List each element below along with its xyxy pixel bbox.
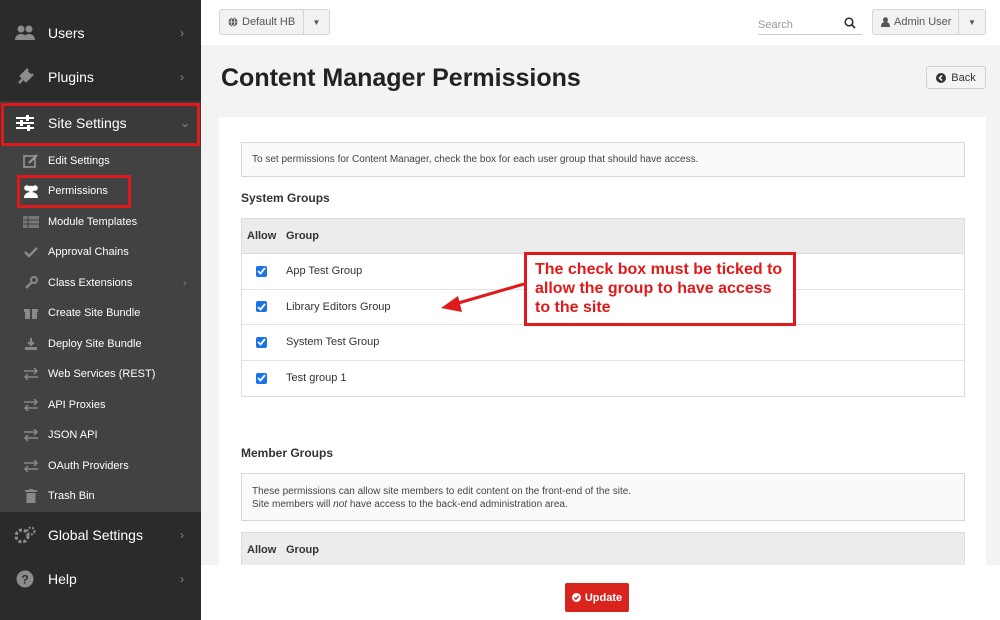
question-icon: ? — [14, 568, 36, 590]
sidebar-subitem-label: Create Site Bundle — [48, 307, 141, 319]
member-groups-table: Allow Group — [241, 532, 965, 565]
highlight-site-settings — [1, 103, 200, 146]
page-title: Content Manager Permissions — [221, 64, 581, 92]
member-info-box: These permissions can allow site members… — [241, 473, 965, 521]
site-selector-label: Default HB — [242, 16, 296, 28]
gift-icon — [22, 305, 40, 321]
user-menu[interactable]: Admin User ▼ — [872, 9, 986, 35]
table-icon — [22, 214, 40, 230]
caret-down-icon[interactable]: ▼ — [304, 18, 329, 27]
column-header-allow: Allow — [247, 544, 277, 556]
table-header: Allow Group — [242, 219, 964, 254]
system-groups-heading: System Groups — [241, 191, 330, 205]
chevron-right-icon: › — [180, 70, 184, 84]
intro-text: To set permissions for Content Manager, … — [252, 154, 699, 165]
sidebar-subitem-label: Module Templates — [48, 216, 138, 228]
column-header-group: Group — [286, 544, 319, 556]
sidebar-subitem-label: Web Services (REST) — [48, 368, 156, 380]
sidebar-item-global-settings[interactable]: Global Settings › — [0, 513, 201, 557]
update-button[interactable]: Update — [565, 583, 629, 612]
sidebar-subitem-label: Edit Settings — [48, 155, 110, 167]
sidebar-subitem-label: API Proxies — [48, 399, 106, 411]
trash-icon — [22, 488, 40, 504]
search-input[interactable]: Search — [758, 14, 862, 35]
member-info-line2: Site members will not have access to the… — [252, 499, 568, 510]
sidebar-item-label: Help — [48, 571, 77, 587]
table-header: Allow Group — [242, 533, 964, 565]
allow-checkbox[interactable] — [256, 265, 267, 277]
sidebar-subitem-edit-settings[interactable]: Edit Settings — [0, 146, 201, 176]
sidebar-item-help[interactable]: ? Help › — [0, 557, 201, 601]
users-icon — [14, 22, 36, 44]
edit-icon — [22, 153, 40, 169]
sidebar-subitem-label: OAuth Providers — [48, 460, 129, 472]
sidebar-subitem-class-extensions[interactable]: Class Extensions › — [0, 268, 201, 298]
sidebar-subitem-label: Deploy Site Bundle — [48, 338, 142, 350]
back-circle-icon — [936, 72, 947, 83]
download-icon — [22, 336, 40, 352]
search-icon[interactable] — [844, 17, 856, 29]
sidebar-subitem-api-proxies[interactable]: API Proxies — [0, 390, 201, 420]
sidebar-item-label: Users — [48, 25, 85, 41]
sidebar-subitem-label: Class Extensions — [48, 277, 133, 289]
group-name: Test group 1 — [286, 372, 347, 385]
chevron-right-icon: › — [180, 26, 184, 40]
svg-text:?: ? — [21, 573, 28, 587]
site-selector[interactable]: Default HB ▼ — [219, 9, 330, 35]
sidebar-item-plugins[interactable]: Plugins › — [0, 55, 201, 99]
member-info-line1: These permissions can allow site members… — [252, 486, 632, 497]
allow-checkbox[interactable] — [256, 372, 267, 384]
highlight-permissions — [17, 175, 131, 208]
search-placeholder: Search — [758, 19, 793, 31]
sidebar-subitem-create-site-bundle[interactable]: Create Site Bundle — [0, 298, 201, 328]
update-button-label: Update — [584, 591, 623, 604]
annotation-callout: The check box must be ticked to allow th… — [524, 252, 796, 326]
column-header-group: Group — [286, 230, 319, 242]
gears-icon — [14, 524, 36, 546]
check-circle-icon — [571, 593, 581, 602]
sidebar-subitem-label: Trash Bin — [48, 490, 95, 502]
table-row: System Test Group — [242, 325, 964, 361]
allow-checkbox[interactable] — [256, 336, 267, 348]
intro-info-box: To set permissions for Content Manager, … — [241, 142, 965, 177]
plug-icon — [14, 66, 36, 88]
sidebar-item-users[interactable]: Users › — [0, 11, 201, 55]
globe-icon — [228, 17, 238, 27]
sidebar-subitem-label: JSON API — [48, 429, 98, 441]
user-menu-label: Admin User — [894, 16, 952, 28]
sidebar-subitem-json-api[interactable]: JSON API — [0, 420, 201, 450]
back-button-label: Back — [951, 71, 976, 84]
sidebar-item-label: Global Settings — [48, 527, 143, 543]
sidebar-subitem-oauth-providers[interactable]: OAuth Providers — [0, 451, 201, 481]
sidebar-subitem-trash-bin[interactable]: Trash Bin — [0, 481, 201, 511]
wrench-icon — [22, 275, 40, 291]
allow-checkbox[interactable] — [256, 301, 267, 313]
group-name: App Test Group — [286, 265, 363, 278]
group-name: Library Editors Group — [286, 300, 391, 313]
exchange-icon — [22, 366, 40, 382]
caret-down-icon[interactable]: ▼ — [959, 18, 985, 27]
sidebar-subitem-label: Approval Chains — [48, 246, 129, 258]
back-button[interactable]: Back — [926, 66, 986, 89]
content-panel: To set permissions for Content Manager, … — [219, 117, 986, 565]
sidebar-subitem-approval-chains[interactable]: Approval Chains — [0, 237, 201, 267]
member-groups-heading: Member Groups — [241, 446, 334, 460]
sidebar-item-label: Plugins — [48, 69, 94, 85]
chevron-right-icon: › — [180, 528, 184, 542]
sidebar-subitem-deploy-site-bundle[interactable]: Deploy Site Bundle — [0, 329, 201, 359]
column-header-allow: Allow — [247, 230, 277, 242]
sidebar-subitem-web-services[interactable]: Web Services (REST) — [0, 359, 201, 389]
chevron-right-icon: › — [183, 277, 187, 289]
sidebar-subitem-module-templates[interactable]: Module Templates — [0, 207, 201, 237]
check-icon — [22, 244, 40, 260]
group-name: System Test Group — [286, 336, 380, 349]
exchange-icon — [22, 427, 40, 443]
table-row: Test group 1 — [242, 361, 964, 397]
exchange-icon — [22, 397, 40, 413]
chevron-right-icon: › — [180, 572, 184, 586]
sidebar: Users › Plugins › Site Settings ⌄ Edit S… — [0, 0, 201, 620]
exchange-icon — [22, 458, 40, 474]
user-icon — [881, 17, 890, 27]
